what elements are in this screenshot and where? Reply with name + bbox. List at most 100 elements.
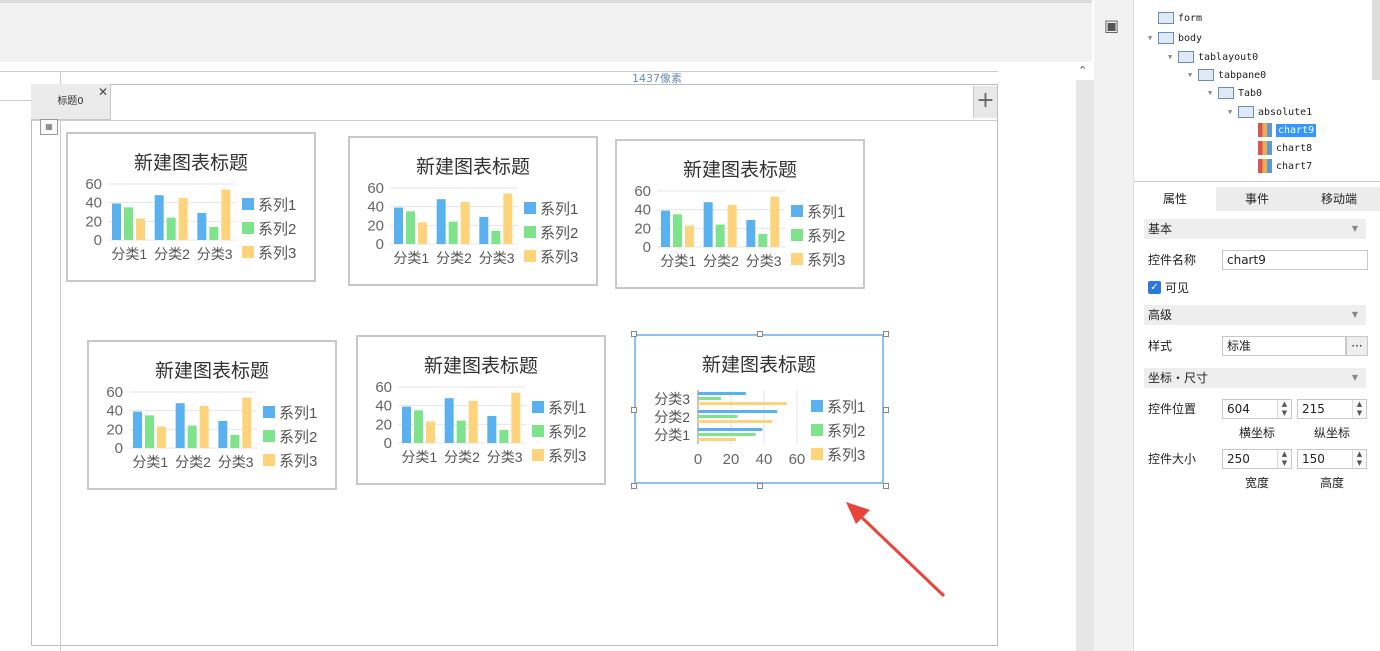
chart-3[interactable]: 新建图表标题 0 20 40 60 分类1 分类2 分类3 系列1 系列2 系列3 [615,139,865,289]
tree-node-chart9[interactable]: chart9 [1248,123,1317,139]
scroll-up-icon[interactable]: ⌃ [1078,64,1087,77]
vertical-scrollbar[interactable] [1076,80,1094,651]
name-label: 控件名称 [1148,253,1197,267]
chart-1[interactable]: 新建图表标题 0 20 40 60 分类1 分类2 分类3 系列1 系列2 系列3 [66,132,316,282]
expand-arrow-icon[interactable]: ▼ [1208,85,1218,101]
bar-系列1-分类3 [698,392,746,395]
legend-swatch [524,250,536,262]
expand-arrow-icon[interactable]: ▼ [1168,49,1178,65]
chart-4[interactable]: 新建图表标题 0 20 40 60 分类1 分类2 分类3 系列1 系列2 系列3 [87,340,337,490]
x-tick-label: 分类2 [175,454,211,470]
bar-系列1-分类3 [197,212,207,240]
tree-node-chart7[interactable]: chart7 [1248,159,1312,175]
legend-label: 系列3 [279,453,317,470]
bar-系列3-分类1 [426,421,435,443]
bar-系列3-分类3 [770,196,780,247]
name-input[interactable]: chart9 [1222,250,1368,270]
expand-arrow-icon[interactable]: ▼ [1228,104,1238,120]
section-coord[interactable]: 坐标・尺寸 ▼ [1144,368,1366,388]
resize-handle[interactable] [883,331,889,337]
section-advanced[interactable]: 高级 ▼ [1144,305,1366,325]
spinner-icon[interactable]: ▲ ▼ [1277,400,1291,418]
style-input[interactable]: 标准 [1222,336,1346,356]
height-caption: 高度 [1319,476,1344,490]
resize-handle[interactable] [757,483,763,489]
expand-arrow-icon[interactable]: ▼ [1188,67,1198,83]
bar-系列3-分类1 [698,438,736,441]
bar-系列1-分类2 [154,195,164,240]
y-tick-label: 40 [367,199,384,216]
legend-swatch [811,424,823,436]
tab-close-icon[interactable]: ✕ [98,86,108,98]
side-gutter [1094,0,1134,651]
legend-label: 系列1 [540,201,578,218]
bar-系列2-分类2 [166,217,176,240]
bar-系列1-分类1 [133,411,142,448]
visible-label: 可见 [1165,281,1190,295]
visible-checkbox[interactable]: ✓ [1148,281,1161,294]
layout-toggle-icon[interactable]: ▣ [1104,16,1119,35]
legend-label: 系列2 [827,423,865,440]
chart-6[interactable]: 新建图表标题 0 20 40 60 分类1 分类2 分类3 系列1 系列2 系列3 [634,334,884,484]
y-tick-label: 40 [106,403,123,420]
tree-node-tablayout0[interactable]: ▼ tablayout0 [1168,49,1258,65]
spinner-icon[interactable]: ▲ ▼ [1352,450,1366,468]
x-tick-label: 0 [694,451,702,468]
legend-swatch [242,222,254,234]
x-tick-label: 60 [789,451,806,468]
y-tick-label: 60 [367,180,384,197]
y-tick-label: 分类2 [654,409,690,425]
width-input[interactable]: 250 ▲ ▼ [1222,449,1292,469]
legend-label: 系列2 [279,429,317,446]
legend-swatch [791,205,803,217]
keyboard-icon[interactable]: ▦ [40,119,58,135]
component-tree[interactable]: form ▼ body ▼ tablayout0 ▼ tabpane0 ▼ Tab0 ▼ absol… [1134,0,1380,182]
resize-handle[interactable] [631,407,637,413]
legend-label: 系列2 [807,228,845,245]
tree-node-tabpane0[interactable]: ▼ tabpane0 [1188,67,1266,83]
x-tick-label: 分类2 [436,250,472,266]
resize-handle[interactable] [631,331,637,337]
chart-plot: 0 2040 60 分类1 分类2 分类3 系列1 系列2 系列3 [367,180,578,266]
spinner-icon[interactable]: ▲ ▼ [1277,450,1291,468]
tab-events[interactable]: 事件 [1216,187,1298,211]
resize-handle[interactable] [883,483,889,489]
tree-node-form[interactable]: form [1148,11,1202,27]
bar-系列3-分类1 [418,222,427,244]
tree-node-absolute1[interactable]: ▼ absolute1 [1228,104,1312,120]
expand-arrow-icon[interactable]: ▼ [1148,30,1158,46]
tree-node-body[interactable]: ▼ body [1148,30,1202,46]
style-more-button[interactable]: ··· [1346,336,1368,356]
bar-系列1-分类1 [661,210,670,247]
bar-系列1-分类1 [112,203,121,240]
spinner-icon[interactable]: ▲ ▼ [1352,400,1366,418]
legend-swatch [524,202,536,214]
bar-系列2-分类3 [491,230,501,244]
add-tab-button[interactable]: + [973,86,997,118]
tree-node-chart8[interactable]: chart8 [1248,141,1312,157]
tree-scrollbar[interactable] [1372,0,1380,80]
resize-handle[interactable] [757,331,763,337]
y-tick-label: 0 [115,440,123,457]
chart-5[interactable]: 新建图表标题 0 20 40 60 分类1 分类2 分类3 系列1 系列2 系列3 [356,335,606,485]
legend-swatch [791,229,803,241]
resize-handle[interactable] [883,407,889,413]
chart-2[interactable]: 新建图表标题 0 20 40 60 分类1 分类2 分类3 系列1 系列2 系列3 [348,136,598,286]
bar-系列1-分类2 [698,410,778,413]
section-basic[interactable]: 基本 ▼ [1144,219,1366,239]
legend-label: 系列3 [258,245,296,262]
pos-y-input[interactable]: 215 ▲ ▼ [1297,399,1367,419]
tree-node-Tab0[interactable]: ▼ Tab0 [1208,85,1262,101]
pos-x-input[interactable]: 604 ▲ ▼ [1222,399,1292,419]
bar-系列3-分类3 [503,193,513,244]
height-input[interactable]: 150 ▲ ▼ [1297,449,1367,469]
tab-properties[interactable]: 属性 [1134,187,1216,211]
bar-系列1-分类1 [394,207,403,244]
body-icon [1158,32,1174,44]
y-tick-label: 40 [85,195,102,212]
bar-系列3-分类2 [178,198,188,240]
resize-handle[interactable] [631,483,637,489]
legend-swatch [791,253,803,265]
y-tick-label: 0 [376,236,384,253]
tab-mobile[interactable]: 移动端 [1298,187,1380,211]
